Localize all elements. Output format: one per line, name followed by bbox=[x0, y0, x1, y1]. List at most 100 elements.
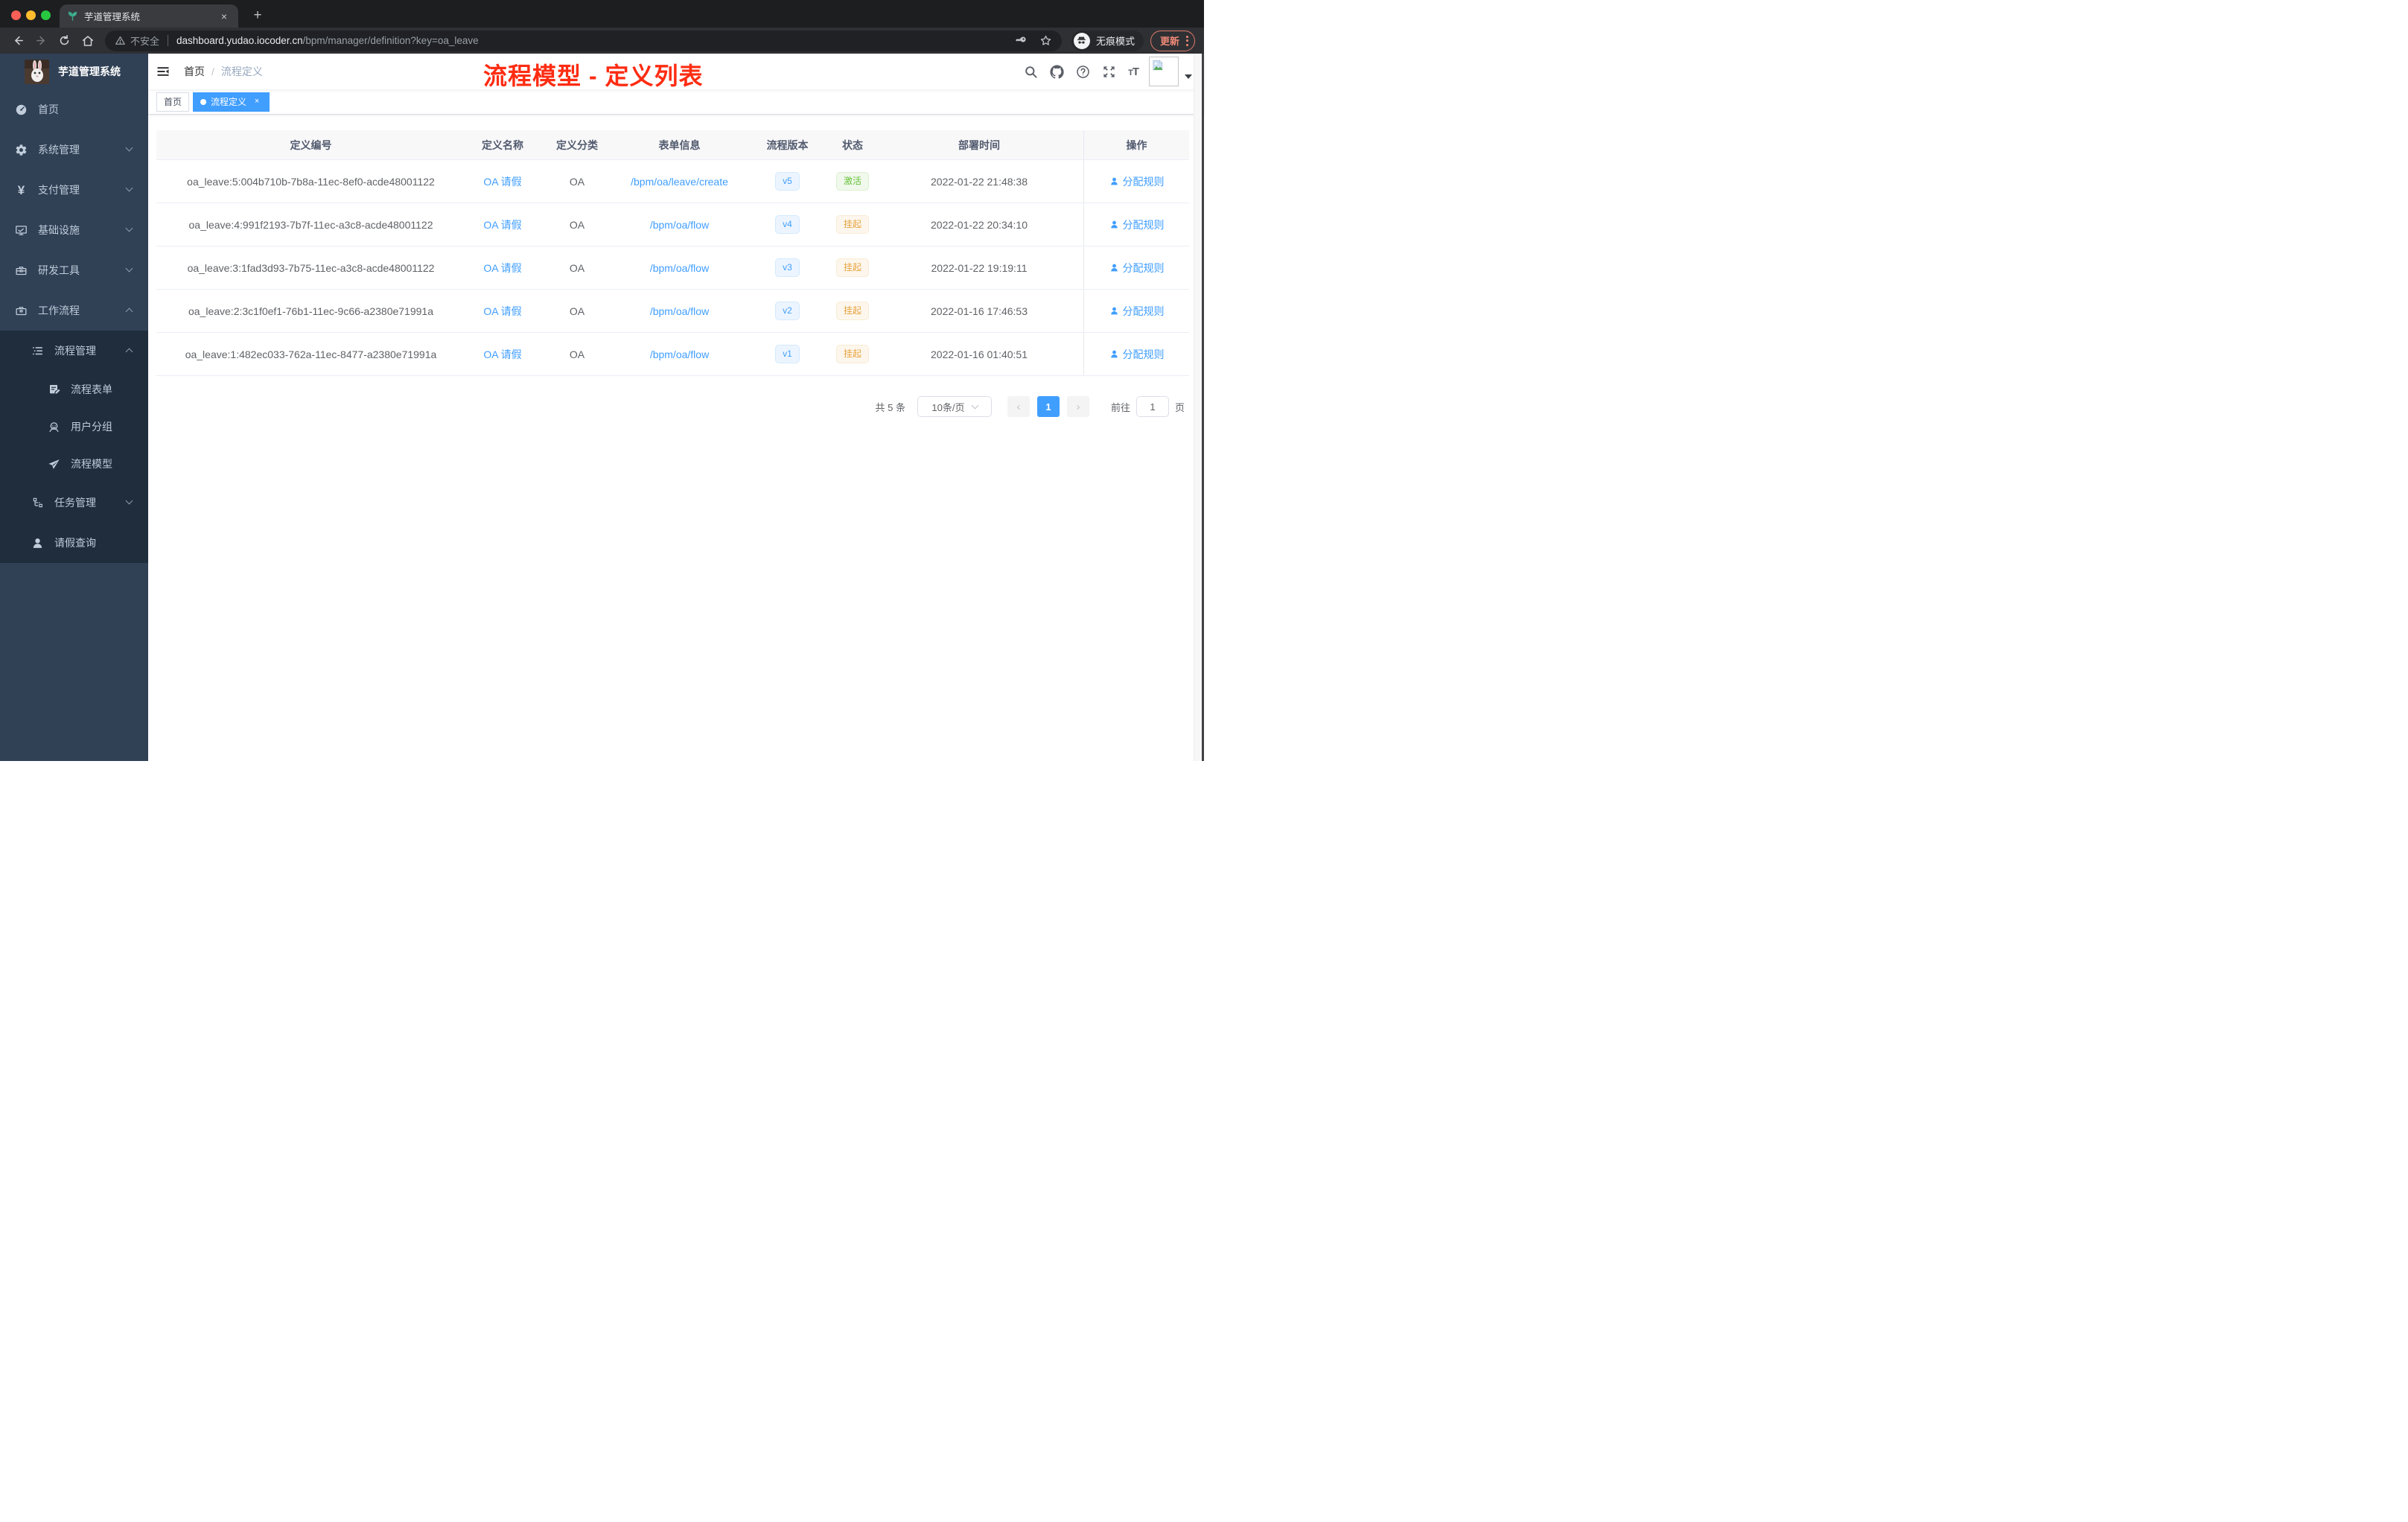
avatar[interactable] bbox=[1149, 57, 1179, 86]
definition-name-link[interactable]: OA 请假 bbox=[483, 262, 521, 274]
table-row: oa_leave:3:1fad3d93-7b75-11ec-a3c8-acde4… bbox=[156, 246, 1189, 290]
close-window-button[interactable] bbox=[11, 10, 21, 20]
definition-name-link[interactable]: OA 请假 bbox=[483, 176, 521, 188]
browser-tab[interactable]: 芋道管理系统 × bbox=[60, 4, 238, 28]
column-header-action: 操作 bbox=[1083, 130, 1189, 159]
sidebar-item-process-model[interactable]: 流程模型 bbox=[0, 445, 148, 483]
assign-rule-button[interactable]: 分配规则 bbox=[1109, 174, 1165, 189]
address-bar[interactable]: 不安全 dashboard.yudao.iocoder.cn/bpm/manag… bbox=[104, 30, 1062, 51]
sidebar-item-leave-query[interactable]: 请假查询 bbox=[0, 523, 148, 563]
fullscreen-icon[interactable] bbox=[1102, 65, 1116, 79]
column-header-form: 表单信息 bbox=[658, 138, 701, 151]
pagination: 共 5 条 10条/页 ‹ 1 › 前往 1 页 bbox=[148, 396, 1185, 417]
page-number-button[interactable]: 1 bbox=[1036, 396, 1060, 417]
gear-icon bbox=[15, 144, 28, 156]
definition-name-link[interactable]: OA 请假 bbox=[483, 305, 521, 317]
incognito-badge: 无痕模式 bbox=[1071, 30, 1144, 51]
sidebar-item-dev-tools[interactable]: 研发工具 bbox=[0, 250, 148, 290]
sidebar-item-process-form[interactable]: 流程表单 bbox=[0, 371, 148, 408]
tag-label: 首页 bbox=[164, 97, 182, 107]
sidebar-item-workflow[interactable]: 工作流程 bbox=[0, 290, 148, 331]
definition-name-link[interactable]: OA 请假 bbox=[483, 219, 521, 231]
sidebar-item-label: 工作流程 bbox=[38, 305, 80, 316]
browser-menu-kebab-icon[interactable] bbox=[1185, 35, 1188, 46]
monitor-icon bbox=[15, 224, 28, 237]
breadcrumb-home[interactable]: 首页 bbox=[184, 64, 205, 79]
definition-name-link[interactable]: OA 请假 bbox=[483, 348, 521, 360]
sidebar-item-home[interactable]: 首页 bbox=[0, 89, 148, 130]
user-icon bbox=[1110, 264, 1118, 272]
page-annotation: 流程模型 - 定义列表 bbox=[483, 63, 704, 89]
toolbox-icon bbox=[15, 264, 28, 277]
navbar-actions: TT bbox=[1012, 57, 1192, 86]
column-header-status: 状态 bbox=[842, 138, 863, 151]
sidebar-item-process-management[interactable]: 流程管理 bbox=[0, 331, 148, 371]
new-tab-button[interactable]: + bbox=[248, 7, 267, 26]
sidebar-item-user-group[interactable]: 用户分组 bbox=[0, 408, 148, 445]
app-logo[interactable]: 芋道管理系统 bbox=[0, 54, 148, 89]
forward-icon[interactable] bbox=[32, 31, 50, 51]
sidebar-item-infrastructure[interactable]: 基础设施 bbox=[0, 210, 148, 250]
help-icon[interactable] bbox=[1076, 65, 1090, 79]
not-secure-warning-icon bbox=[115, 35, 126, 46]
chevron-up-icon bbox=[125, 308, 133, 316]
user-icon bbox=[1110, 220, 1118, 229]
tag-close-icon[interactable]: × bbox=[252, 97, 262, 107]
password-key-icon[interactable] bbox=[1015, 34, 1028, 47]
breadcrumb: 首页 / 流程定义 bbox=[184, 64, 263, 79]
github-icon[interactable] bbox=[1050, 64, 1064, 79]
security-label[interactable]: 不安全 bbox=[130, 34, 159, 48]
sidebar-item-label: 流程管理 bbox=[54, 345, 96, 357]
reload-icon[interactable] bbox=[55, 31, 73, 51]
minimize-window-button[interactable] bbox=[26, 10, 36, 20]
macos-traffic-lights bbox=[11, 10, 51, 20]
sidebar-toggle-icon[interactable] bbox=[156, 64, 171, 79]
page-size-value: 10条/页 bbox=[931, 401, 965, 413]
browser-update-button[interactable]: 更新 bbox=[1150, 30, 1195, 51]
tab-close-icon[interactable]: × bbox=[217, 10, 231, 23]
definition-table: 定义编号 定义名称 定义分类 表单信息 流程版本 状态 部署时间 操作 oa_l… bbox=[156, 130, 1189, 376]
sidebar-item-label: 用户分组 bbox=[71, 421, 112, 433]
table-row: oa_leave:4:991f2193-7b7f-11ec-a3c8-acde4… bbox=[156, 203, 1189, 246]
url-text[interactable]: dashboard.yudao.iocoder.cn/bpm/manager/d… bbox=[176, 35, 479, 46]
goto-page-input[interactable]: 1 bbox=[1135, 396, 1169, 417]
assign-rule-button[interactable]: 分配规则 bbox=[1109, 261, 1165, 276]
back-icon[interactable] bbox=[9, 31, 27, 51]
next-page-button[interactable]: › bbox=[1066, 396, 1089, 417]
bookmark-star-icon[interactable] bbox=[1039, 34, 1052, 47]
update-label[interactable]: 更新 bbox=[1160, 34, 1179, 48]
tag-label: 流程定义 bbox=[211, 97, 247, 107]
search-icon[interactable] bbox=[1024, 65, 1038, 79]
prev-page-button[interactable]: ‹ bbox=[1007, 396, 1030, 417]
yen-icon: ¥ bbox=[17, 182, 25, 197]
column-header-deployed-at: 部署时间 bbox=[958, 138, 1000, 151]
status-badge: 激活 bbox=[835, 172, 869, 191]
tag-home[interactable]: 首页 bbox=[156, 92, 190, 112]
form-link[interactable]: /bpm/oa/flow bbox=[650, 305, 709, 317]
briefcase-icon bbox=[15, 305, 28, 317]
avatar-dropdown-caret-icon[interactable] bbox=[1185, 74, 1192, 79]
cell-definition-id: oa_leave:5:004b710b-7b8a-11ec-8ef0-acde4… bbox=[187, 175, 435, 188]
form-icon bbox=[48, 383, 60, 396]
scrollbar-gutter[interactable] bbox=[1194, 54, 1202, 761]
font-size-icon[interactable]: TT bbox=[1128, 66, 1139, 78]
assign-rule-button[interactable]: 分配规则 bbox=[1109, 347, 1165, 362]
tag-process-definition[interactable]: 流程定义 × bbox=[193, 92, 270, 112]
sidebar-item-label: 系统管理 bbox=[38, 144, 80, 156]
home-icon[interactable] bbox=[79, 31, 97, 51]
sidebar-item-task-management[interactable]: 任务管理 bbox=[0, 483, 148, 523]
sidebar-item-system[interactable]: 系统管理 bbox=[0, 130, 148, 170]
form-link[interactable]: /bpm/oa/flow bbox=[650, 348, 709, 360]
status-badge: 挂起 bbox=[835, 345, 869, 363]
sidebar-item-label: 首页 bbox=[38, 104, 59, 115]
form-link[interactable]: /bpm/oa/flow bbox=[650, 262, 709, 274]
assign-rule-button[interactable]: 分配规则 bbox=[1109, 304, 1165, 319]
page-size-select[interactable]: 10条/页 bbox=[917, 396, 992, 417]
form-link[interactable]: /bpm/oa/leave/create bbox=[631, 176, 728, 188]
version-tag: v4 bbox=[775, 215, 800, 234]
sidebar-item-payment[interactable]: ¥ 支付管理 bbox=[0, 170, 148, 210]
form-link[interactable]: /bpm/oa/flow bbox=[650, 219, 709, 231]
assign-rule-button[interactable]: 分配规则 bbox=[1109, 217, 1165, 232]
zoom-window-button[interactable] bbox=[41, 10, 51, 20]
status-badge: 挂起 bbox=[835, 302, 869, 320]
